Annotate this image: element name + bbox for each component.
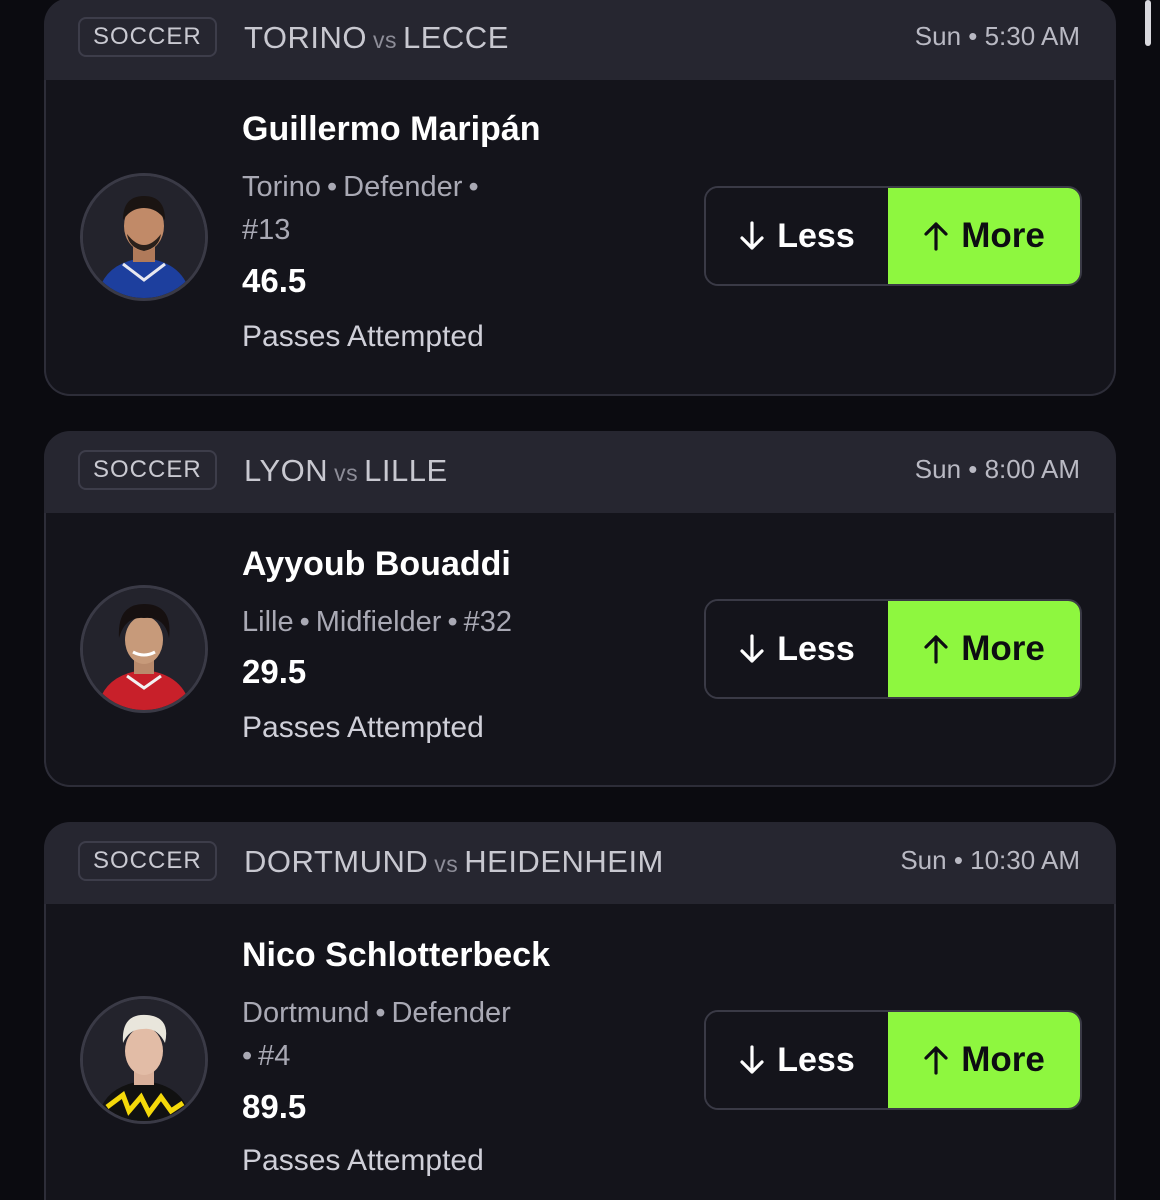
card-header: SOCCER LYON vs LILLE Sun • 8:00 AM	[44, 431, 1116, 513]
player-photo-icon	[83, 588, 205, 710]
less-label: Less	[777, 216, 855, 255]
player-number: #32	[463, 606, 513, 638]
vs-label: vs	[373, 27, 397, 53]
more-button[interactable]: More	[888, 188, 1080, 284]
scrollbar[interactable]	[1145, 0, 1151, 46]
matchup: LYON vs LILLE	[244, 453, 448, 489]
player-avatar	[80, 996, 208, 1124]
more-button[interactable]: More	[888, 601, 1080, 697]
sport-badge: SOCCER	[78, 841, 217, 881]
player-number: #4	[258, 1040, 291, 1072]
player-photo-icon	[83, 999, 205, 1121]
projections-feed: SOCCER TORINO vs LECCE Sun • 5:30 AM Guill…	[0, 0, 1160, 1200]
separator-dot: •	[242, 1040, 253, 1072]
game-time: Sun • 5:30 AM	[914, 21, 1080, 51]
player-meta: Lille • Midfielder • #32	[242, 601, 662, 644]
less-button[interactable]: Less	[706, 601, 888, 697]
less-label: Less	[777, 629, 855, 668]
player-meta: Torino • Defender • #13	[242, 166, 582, 252]
more-button[interactable]: More	[888, 1012, 1080, 1108]
pick-toggle: Less More	[704, 1010, 1082, 1110]
card-body: Ayyoub Bouaddi Lille • Midfielder • #32 29.5…	[44, 513, 1116, 787]
arrow-down-icon	[740, 634, 764, 663]
game-time: Sun • 10:30 AM	[900, 845, 1080, 875]
pick-toggle: Less More	[704, 599, 1082, 699]
less-button[interactable]: Less	[706, 188, 888, 284]
stat-label: Passes Attempted	[242, 1144, 484, 1177]
line-value: 29.5	[242, 653, 307, 690]
separator-dot: •	[468, 171, 479, 203]
arrow-up-icon	[924, 222, 948, 251]
card-header: SOCCER TORINO vs LECCE Sun • 5:30 AM	[44, 0, 1116, 80]
projection-card: SOCCER LYON vs LILLE Sun • 8:00 AM Ayyoub …	[44, 431, 1116, 787]
arrow-down-icon	[740, 221, 764, 250]
more-label: More	[961, 629, 1045, 668]
player-position: Midfielder	[315, 606, 442, 638]
separator-dot: •	[327, 171, 338, 203]
player-avatar	[80, 173, 208, 301]
player-name: Nico Schlotterbeck	[242, 936, 550, 974]
vs-label: vs	[334, 460, 359, 486]
pick-toggle: Less More	[704, 186, 1082, 286]
player-photo-icon	[83, 176, 205, 298]
away-team: HEIDENHEIM	[464, 844, 664, 879]
player-name: Guillermo Maripán	[242, 110, 541, 148]
sport-badge: SOCCER	[78, 450, 217, 490]
player-meta: Dortmund • Defender • #4	[242, 992, 582, 1078]
home-team: TORINO	[244, 20, 367, 55]
away-team: LECCE	[403, 20, 509, 55]
card-header: SOCCER DORTMUND vs HEIDENHEIM Sun • 10:30 …	[44, 822, 1116, 904]
away-team: LILLE	[364, 453, 448, 488]
less-label: Less	[777, 1040, 855, 1079]
projection-card: SOCCER TORINO vs LECCE Sun • 5:30 AM Guill…	[44, 0, 1116, 396]
stat-label: Passes Attempted	[242, 320, 484, 353]
arrow-up-icon	[924, 635, 948, 664]
stat-label: Passes Attempted	[242, 711, 484, 744]
player-team: Lille	[242, 606, 294, 638]
line-value: 89.5	[242, 1088, 307, 1125]
arrow-up-icon	[924, 1046, 948, 1075]
card-body: Nico Schlotterbeck Dortmund • Defender • #4 …	[44, 904, 1116, 1200]
player-number: #13	[242, 214, 291, 246]
separator-dot: •	[447, 606, 458, 638]
more-label: More	[961, 1040, 1045, 1079]
player-name: Ayyoub Bouaddi	[242, 545, 511, 583]
vs-label: vs	[434, 851, 459, 877]
card-body: Guillermo Maripán Torino • Defender • #13 46…	[44, 80, 1116, 396]
matchup: DORTMUND vs HEIDENHEIM	[244, 844, 664, 880]
arrow-down-icon	[740, 1045, 764, 1074]
player-position: Defender	[391, 997, 511, 1029]
separator-dot: •	[299, 606, 310, 638]
separator-dot: •	[375, 997, 386, 1029]
player-team: Torino	[242, 171, 321, 203]
home-team: DORTMUND	[244, 844, 429, 879]
player-position: Defender	[343, 171, 463, 203]
less-button[interactable]: Less	[706, 1012, 888, 1108]
player-team: Dortmund	[242, 997, 370, 1029]
home-team: LYON	[244, 453, 329, 488]
more-label: More	[961, 216, 1045, 255]
game-time: Sun • 8:00 AM	[914, 454, 1080, 484]
projection-card: SOCCER DORTMUND vs HEIDENHEIM Sun • 10:30 …	[44, 822, 1116, 1200]
matchup: TORINO vs LECCE	[244, 20, 509, 56]
line-value: 46.5	[242, 262, 307, 299]
player-avatar	[80, 585, 208, 713]
sport-badge: SOCCER	[78, 17, 217, 57]
